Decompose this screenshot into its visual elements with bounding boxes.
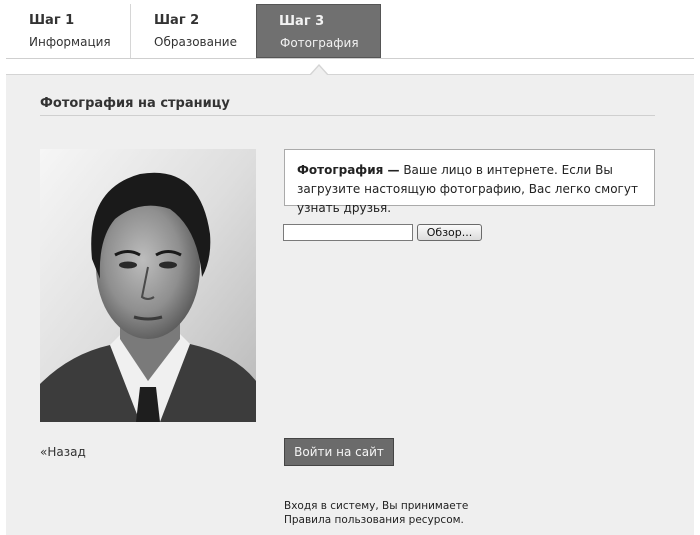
photo-file-input[interactable] (283, 224, 413, 241)
step-tabs: Шаг 1 Информация Шаг 2 Образование Шаг 3… (6, 4, 694, 58)
step-label: Образование (154, 35, 237, 49)
section-title: Фотография на страницу (40, 96, 230, 111)
tab-step-2[interactable]: Шаг 2 Образование (131, 4, 256, 58)
step-label: Фотография (280, 36, 359, 50)
tab-step-1[interactable]: Шаг 1 Информация (6, 4, 131, 58)
step-number: Шаг 2 (154, 13, 200, 28)
terms-line-1: Входя в систему, Вы принимаете (284, 500, 469, 512)
photo-info-box: Фотография — Ваше лицо в интернете. Если… (284, 149, 655, 215)
step-label: Информация (29, 35, 111, 49)
section-divider (40, 115, 655, 116)
info-title: Фотография — (297, 163, 400, 177)
active-tab-pointer-fill (310, 66, 328, 76)
login-button[interactable]: Войти на сайт (284, 438, 394, 466)
tab-step-3-active[interactable]: Шаг 3 Фотография (256, 4, 381, 58)
step-number: Шаг 3 (279, 14, 325, 29)
terms-notice: Входя в систему, Вы принимаете Правила п… (284, 499, 468, 527)
portrait-image (40, 149, 256, 422)
profile-photo (40, 149, 256, 422)
back-link[interactable]: «Назад (40, 445, 86, 459)
step-number: Шаг 1 (29, 13, 75, 28)
terms-line-2: Правила пользования ресурсом. (284, 514, 464, 526)
tabs-divider (6, 58, 694, 59)
browse-button[interactable]: Обзор... (417, 224, 482, 241)
